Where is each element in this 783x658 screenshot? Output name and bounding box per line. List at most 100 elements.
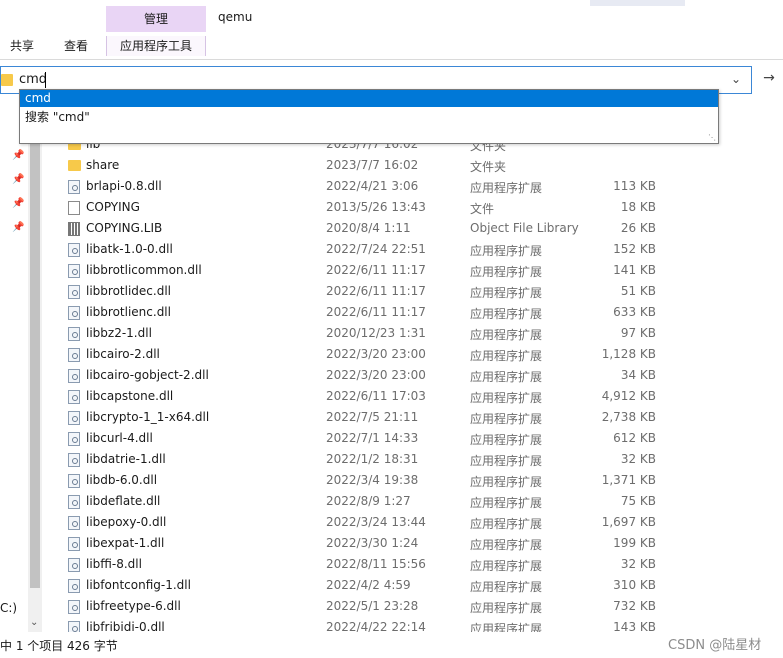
file-type: 应用程序扩展	[470, 559, 543, 573]
file-size: 18 KB	[620, 200, 656, 214]
file-row[interactable]: libcairo-2.dll 2022/3/20 23:00 应用程序扩展 1,128…	[60, 344, 680, 365]
file-type: 应用程序扩展	[470, 370, 543, 384]
suggestion-item[interactable]: cmd	[20, 90, 718, 107]
folder-icon	[68, 160, 81, 171]
file-row[interactable]: libbrotlidec.dll 2022/6/11 11:17 应用程序扩展 51 …	[60, 281, 680, 302]
dll-icon	[68, 474, 80, 488]
file-date: 2022/3/30 1:24	[326, 536, 419, 550]
file-name: libcairo-2.dll	[86, 347, 160, 361]
file-list: lib 2023/7/7 16:02 文件夹 share 2023/7/7 16:02 文…	[60, 136, 680, 632]
dll-icon	[68, 495, 80, 509]
file-size: 2,738 KB	[601, 410, 656, 424]
file-type: 应用程序扩展	[470, 286, 543, 300]
file-row[interactable]: COPYING 2013/5/26 13:43 文件 18 KB	[60, 197, 680, 218]
dll-icon	[68, 621, 80, 632]
file-row[interactable]: libfontconfig-1.dll 2022/4/2 4:59 应用程序扩展 31…	[60, 575, 680, 596]
file-row[interactable]: libdatrie-1.dll 2022/1/2 18:31 应用程序扩展 32 KB	[60, 449, 680, 470]
pin-icon[interactable]: 📌	[12, 150, 24, 161]
file-row[interactable]: libcairo-gobject-2.dll 2022/3/20 23:00 应用程…	[60, 365, 680, 386]
file-row[interactable]: libbz2-1.dll 2020/12/23 1:31 应用程序扩展 97 KB	[60, 323, 680, 344]
file-size: 4,912 KB	[601, 389, 656, 403]
ribbon: 管理 qemu 共享 查看 应用程序工具	[0, 0, 783, 60]
file-type: 应用程序扩展	[470, 517, 543, 531]
file-name: libatk-1.0-0.dll	[86, 242, 173, 256]
dll-icon	[68, 243, 80, 257]
chevron-down-icon[interactable]: ⌄	[30, 617, 38, 628]
file-row[interactable]: libcurl-4.dll 2022/7/1 14:33 应用程序扩展 612 KB	[60, 428, 680, 449]
nav-drive-label[interactable]: C:)	[0, 601, 17, 615]
folder-icon	[1, 74, 13, 86]
dll-icon	[68, 516, 80, 530]
file-type: 应用程序扩展	[470, 454, 543, 468]
file-row[interactable]: share 2023/7/7 16:02 文件夹	[60, 155, 680, 176]
file-row[interactable]: COPYING.LIB 2020/8/4 1:11 Object File Libr…	[60, 218, 680, 239]
pin-icon[interactable]: 📌	[12, 222, 24, 233]
nav-scrollbar-thumb[interactable]	[30, 118, 40, 588]
file-date: 2022/5/1 23:28	[326, 599, 419, 613]
file-size: 32 KB	[620, 557, 656, 571]
file-row[interactable]: libfribidi-0.dll 2022/4/22 22:14 应用程序扩展 143…	[60, 617, 680, 632]
suggestion-search-item[interactable]: 搜索 "cmd"	[20, 109, 718, 126]
file-row[interactable]: libdeflate.dll 2022/8/9 1:27 应用程序扩展 75 KB	[60, 491, 680, 512]
file-type: 应用程序扩展	[470, 580, 543, 594]
status-bar: 中 1 个项目 426 字节	[0, 634, 783, 658]
file-date: 2022/6/11 11:17	[326, 263, 426, 277]
file-row[interactable]: libepoxy-0.dll 2022/3/24 13:44 应用程序扩展 1,697…	[60, 512, 680, 533]
file-row[interactable]: libbrotlienc.dll 2022/6/11 11:17 应用程序扩展 633…	[60, 302, 680, 323]
file-name: libbz2-1.dll	[86, 326, 152, 340]
dll-icon	[68, 558, 80, 572]
file-name: libfreetype-6.dll	[86, 599, 181, 613]
pin-icon[interactable]: 📌	[12, 174, 24, 185]
tab-app-tools[interactable]: 应用程序工具	[106, 36, 206, 56]
chevron-down-icon[interactable]: ⌄	[731, 72, 741, 86]
file-name: share	[86, 158, 120, 172]
file-size: 143 KB	[613, 620, 656, 632]
file-row[interactable]: libdb-6.0.dll 2022/3/4 19:38 应用程序扩展 1,371 K…	[60, 470, 680, 491]
file-date: 2022/7/5 21:11	[326, 410, 419, 424]
file-name: libbrotlidec.dll	[86, 284, 171, 298]
file-size: 612 KB	[613, 431, 656, 445]
resize-grip-icon[interactable]: ⋱	[708, 133, 716, 142]
dll-icon	[68, 369, 80, 383]
file-date: 2022/4/2 4:59	[326, 578, 411, 592]
dll-icon	[68, 537, 80, 551]
file-size: 141 KB	[613, 263, 656, 277]
file-row[interactable]: libcapstone.dll 2022/6/11 17:03 应用程序扩展 4,91…	[60, 386, 680, 407]
file-row[interactable]: libatk-1.0-0.dll 2022/7/24 22:51 应用程序扩展 152…	[60, 239, 680, 260]
file-type: 应用程序扩展	[470, 538, 543, 552]
tab-share[interactable]: 共享	[10, 36, 34, 56]
dll-icon	[68, 348, 80, 362]
file-date: 2022/3/20 23:00	[326, 347, 426, 361]
dll-icon	[68, 411, 80, 425]
file-type: 文件	[470, 202, 495, 216]
file-name: libbrotlicommon.dll	[86, 263, 202, 277]
file-row[interactable]: libexpat-1.dll 2022/3/30 1:24 应用程序扩展 199 KB	[60, 533, 680, 554]
tab-view[interactable]: 查看	[64, 36, 88, 56]
dll-icon	[68, 579, 80, 593]
go-arrow-button[interactable]: →	[758, 70, 780, 90]
file-row[interactable]: libcrypto-1_1-x64.dll 2022/7/5 21:11 应用程序扩…	[60, 407, 680, 428]
dll-icon	[68, 306, 80, 320]
file-type: 应用程序扩展	[470, 475, 543, 489]
file-date: 2022/6/11 11:17	[326, 305, 426, 319]
dll-icon	[68, 390, 80, 404]
file-row[interactable]: libfreetype-6.dll 2022/5/1 23:28 应用程序扩展 732…	[60, 596, 680, 617]
file-name: COPYING	[86, 200, 140, 214]
dll-icon	[68, 453, 80, 467]
file-row[interactable]: libffi-8.dll 2022/8/11 15:56 应用程序扩展 32 KB	[60, 554, 680, 575]
title-bar-fragment	[590, 0, 685, 6]
file-size: 633 KB	[613, 305, 656, 319]
file-type: 应用程序扩展	[470, 391, 543, 405]
file-date: 2022/4/22 22:14	[326, 620, 426, 632]
file-size: 113 KB	[613, 179, 656, 193]
file-name: libdatrie-1.dll	[86, 452, 166, 466]
file-name: libfribidi-0.dll	[86, 620, 165, 632]
file-row[interactable]: libbrotlicommon.dll 2022/6/11 11:17 应用程序扩展…	[60, 260, 680, 281]
file-row[interactable]: brlapi-0.8.dll 2022/4/21 3:06 应用程序扩展 113 KB	[60, 176, 680, 197]
file-size: 732 KB	[613, 599, 656, 613]
file-date: 2022/7/24 22:51	[326, 242, 426, 256]
file-name: brlapi-0.8.dll	[86, 179, 162, 193]
pin-icon[interactable]: 📌	[12, 198, 24, 209]
dll-icon	[68, 180, 80, 194]
tab-manage[interactable]: 管理	[106, 6, 206, 32]
